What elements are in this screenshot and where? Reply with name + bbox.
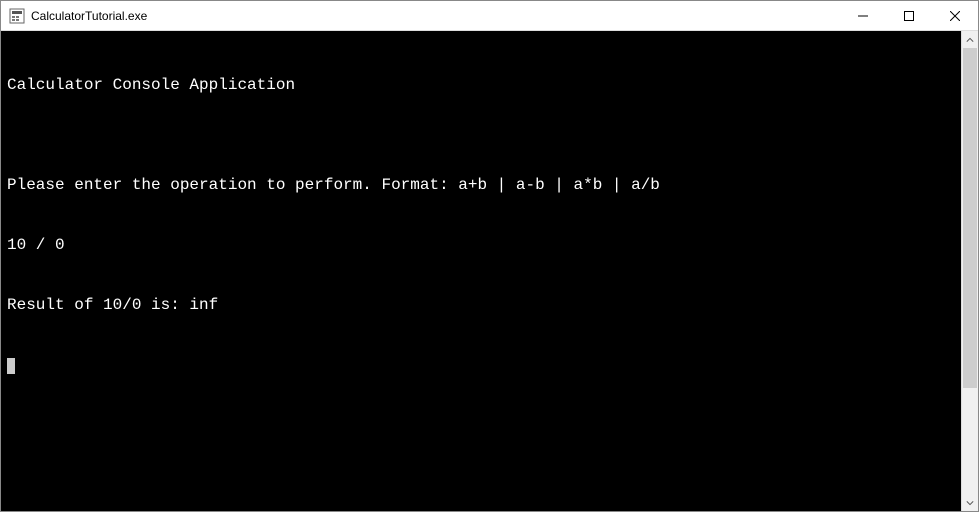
scroll-thumb[interactable]: [963, 48, 977, 388]
console-line: 10 / 0: [7, 235, 955, 255]
app-icon: [9, 8, 25, 24]
console-line: Result of 10/0 is: inf: [7, 295, 955, 315]
maximize-button[interactable]: [886, 1, 932, 30]
console-line: Please enter the operation to perform. F…: [7, 175, 955, 195]
console-cursor-line: [7, 355, 955, 375]
console-line: Calculator Console Application: [7, 75, 955, 95]
vertical-scrollbar[interactable]: [961, 31, 978, 511]
window-title: CalculatorTutorial.exe: [31, 9, 840, 23]
window-controls: [840, 1, 978, 30]
window-titlebar: CalculatorTutorial.exe: [1, 1, 978, 31]
scroll-down-arrow-icon[interactable]: [962, 494, 978, 511]
scroll-up-arrow-icon[interactable]: [962, 31, 978, 48]
console-output[interactable]: Calculator Console Application Please en…: [1, 31, 961, 511]
minimize-button[interactable]: [840, 1, 886, 30]
content-area: Calculator Console Application Please en…: [1, 31, 978, 511]
close-button[interactable]: [932, 1, 978, 30]
text-cursor: [7, 358, 15, 374]
